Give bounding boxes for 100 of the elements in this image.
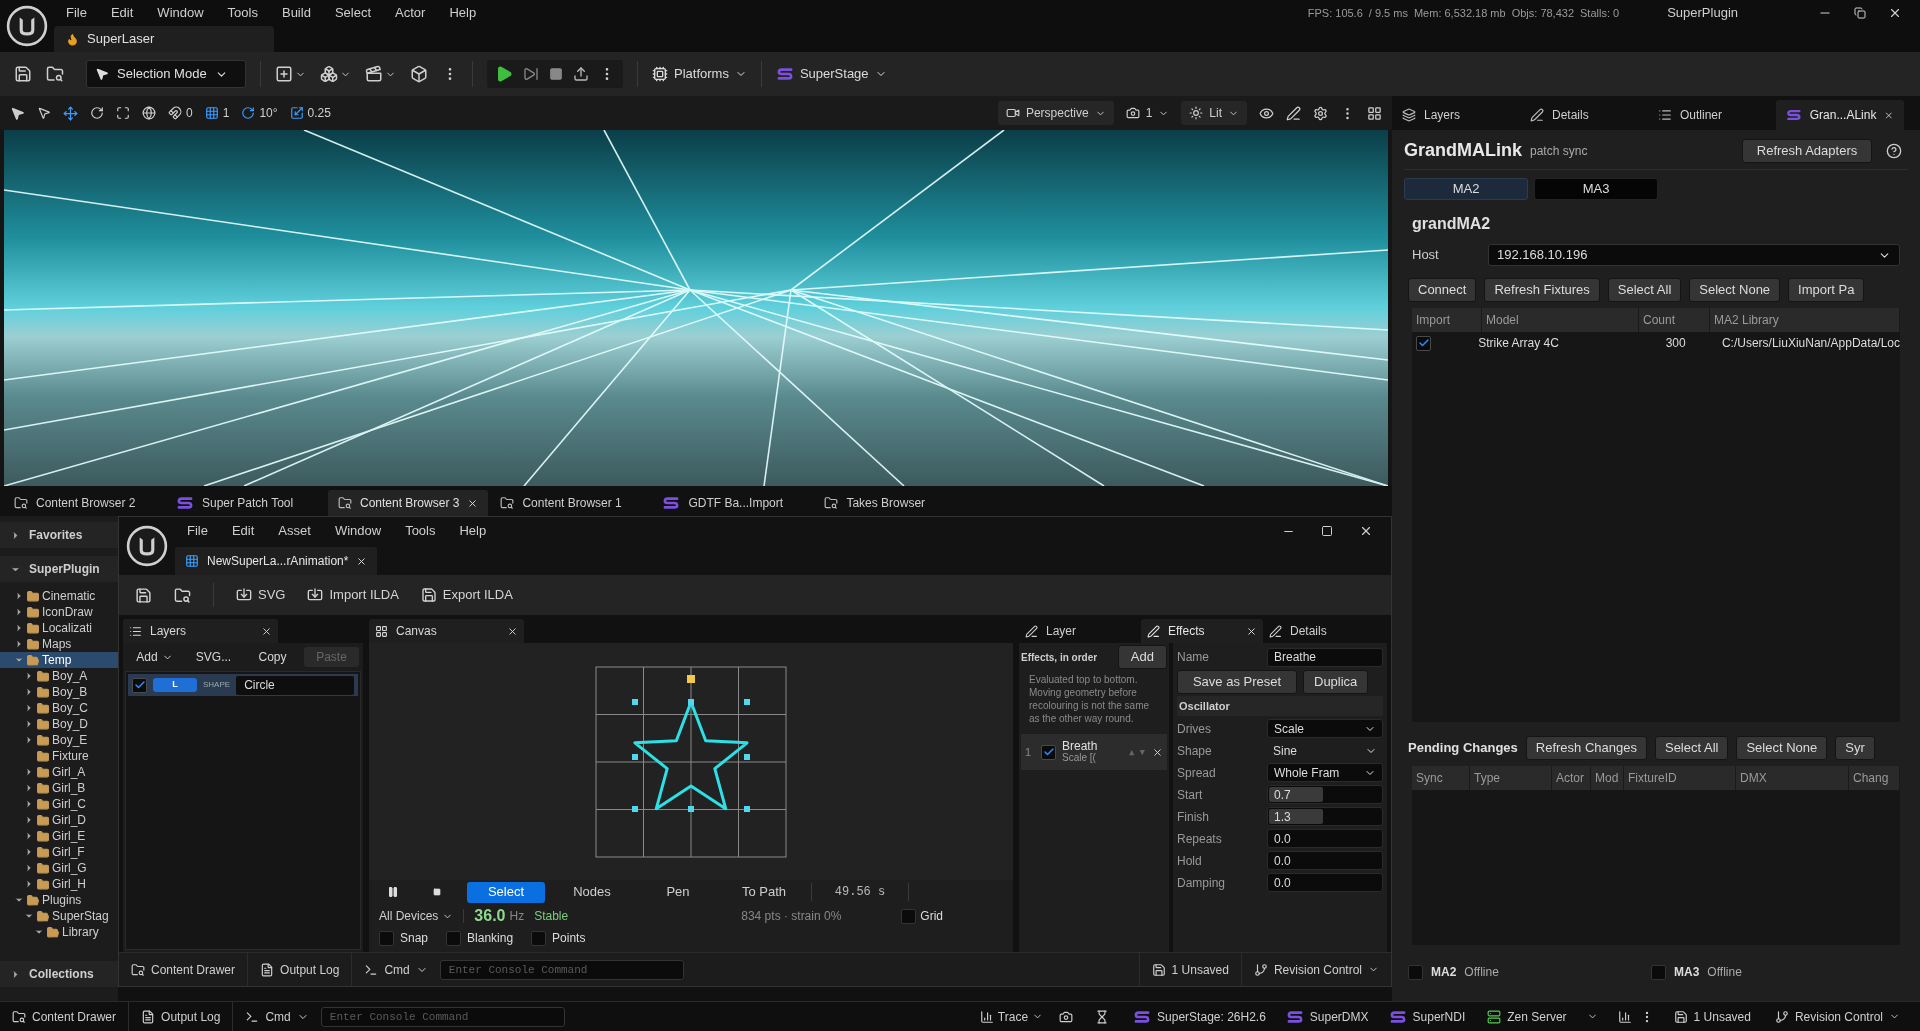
content-tab[interactable]: Content Browser 3	[328, 490, 489, 516]
property-dropdown[interactable]: Sine	[1267, 741, 1383, 760]
camera-speed-dropdown[interactable]: 1	[1125, 104, 1170, 122]
browse-icon[interactable]	[174, 586, 191, 604]
folder-item[interactable]: Girl_B	[0, 780, 118, 796]
collapse-arrow-icon[interactable]	[14, 655, 24, 665]
menu-item[interactable]: Window	[145, 3, 216, 23]
menu-item[interactable]: Actor	[383, 3, 438, 23]
plugin-status-button[interactable]: SuperStage: 26H2.6	[1123, 1007, 1276, 1026]
menu-item[interactable]: Help	[437, 3, 489, 23]
menu-item[interactable]: Window	[322, 521, 394, 541]
checkbox[interactable]	[1416, 335, 1431, 351]
panel-tab[interactable]: Canvas	[369, 619, 524, 643]
close-icon[interactable]	[467, 497, 479, 509]
folder-item[interactable]: Boy_E	[0, 732, 118, 748]
cinematics-button[interactable]	[365, 65, 396, 83]
layer-action-button[interactable]: Copy	[245, 647, 300, 667]
menu-item[interactable]: Tools	[393, 521, 448, 541]
folder-item[interactable]: Girl_E	[0, 828, 118, 844]
folder-item[interactable]: Boy_B	[0, 684, 118, 700]
folder-item[interactable]: IconDraw	[0, 604, 118, 620]
scale-snap-toggle[interactable]: 0.25	[289, 104, 331, 122]
folder-item[interactable]: Boy_D	[0, 716, 118, 732]
panel-tab[interactable]: Gran...ALink	[1776, 100, 1904, 130]
plugin-status-button[interactable]: SuperDMX	[1275, 1007, 1379, 1026]
console-toggle[interactable]: MA2	[1404, 178, 1528, 200]
grid-snap-toggle[interactable]: 1	[204, 104, 230, 122]
property-slider[interactable]: 1.3	[1267, 807, 1383, 826]
revision-control-button[interactable]: Revision Control	[1240, 953, 1391, 986]
cmd-dropdown[interactable]: Cmd	[233, 1002, 321, 1031]
action-button[interactable]: Refresh Changes	[1525, 736, 1647, 760]
details-button[interactable]: Duplica	[1303, 670, 1369, 694]
action-button[interactable]: Refresh Fixtures	[1484, 278, 1600, 302]
layer-name-field[interactable]: Circle	[236, 675, 354, 695]
settings-icon[interactable]	[1313, 105, 1328, 121]
name-field[interactable]: Breathe	[1267, 647, 1383, 667]
menu-item[interactable]: Edit	[98, 3, 146, 23]
close-icon[interactable]	[507, 625, 518, 637]
document-tab[interactable]: NewSuperLa...rAnimation*	[175, 547, 378, 575]
rotation-snap-toggle[interactable]: 0	[168, 104, 193, 122]
checkbox[interactable]	[132, 677, 147, 693]
save-icon[interactable]	[14, 65, 32, 83]
play-icon[interactable]	[495, 65, 513, 83]
tool-button[interactable]: Nodes	[553, 881, 631, 903]
output-log-button[interactable]: Output Log	[129, 1002, 234, 1031]
unsaved-button[interactable]: 1 Unsaved	[1661, 1007, 1763, 1026]
action-button[interactable]: Select None	[1736, 736, 1828, 760]
move-icon[interactable]	[63, 105, 78, 121]
action-button[interactable]: Connect	[1408, 278, 1477, 302]
pause-icon[interactable]	[387, 886, 399, 898]
folder-item[interactable]: Temp	[0, 652, 118, 668]
host-dropdown[interactable]: 192.168.10.196	[1488, 244, 1900, 266]
layer-action-button[interactable]: SVG...	[186, 647, 241, 667]
number-field[interactable]: 0.0	[1267, 851, 1383, 870]
angle-snap-toggle[interactable]: 10°	[241, 104, 278, 122]
panel-tab[interactable]: Layer	[1019, 619, 1141, 643]
globe-icon[interactable]	[142, 106, 156, 120]
close-icon[interactable]	[1888, 6, 1902, 20]
folder-item[interactable]: Plugins	[0, 892, 118, 908]
menu-item[interactable]: Asset	[266, 521, 323, 541]
action-button[interactable]: Syr	[1835, 736, 1875, 760]
checkbox[interactable]	[446, 930, 462, 946]
panel-tab[interactable]: Layers	[1392, 100, 1520, 130]
step-icon[interactable]	[523, 66, 539, 82]
unsaved-button[interactable]: 1 Unsaved	[1138, 953, 1241, 986]
camera-icon[interactable]	[1059, 1009, 1074, 1024]
content-tab[interactable]: Super Patch Tool	[166, 490, 326, 516]
level-tab[interactable]: SuperLaser	[54, 26, 274, 52]
folder-item[interactable]: Girl_G	[0, 860, 118, 876]
property-dropdown[interactable]: Scale	[1267, 719, 1383, 738]
select-icon[interactable]	[37, 106, 51, 120]
eject-icon[interactable]	[573, 66, 589, 82]
action-button[interactable]: Select All	[1607, 278, 1682, 302]
menu-item[interactable]: Help	[447, 521, 499, 541]
rotate-icon[interactable]	[90, 106, 104, 120]
folder-item[interactable]: Girl_A	[0, 764, 118, 780]
checkbox[interactable]	[531, 930, 547, 946]
console-input[interactable]: Enter Console Command	[320, 1006, 565, 1027]
add-effect-button[interactable]: Add	[1117, 645, 1167, 669]
folder-item[interactable]: Maps	[0, 636, 118, 652]
superstage-dropdown[interactable]: SuperStage	[775, 64, 887, 84]
revision-control-button[interactable]: Revision Control	[1762, 1007, 1912, 1026]
panel-tab[interactable]: Outliner	[1648, 100, 1776, 130]
devices-dropdown[interactable]: All Devices	[379, 907, 454, 925]
content-tab[interactable]: GDTF Ba...Import	[652, 490, 813, 516]
output-log-button[interactable]: Output Log	[248, 953, 353, 986]
content-tab[interactable]: Content Browser 2	[4, 490, 164, 516]
number-field[interactable]: 0.0	[1267, 829, 1383, 848]
checkbox[interactable]	[379, 930, 394, 946]
view-mode-dropdown[interactable]: Perspective	[997, 101, 1114, 125]
plugin-status-button[interactable]: SuperNDI	[1378, 1007, 1476, 1026]
zen-server-dropdown[interactable]: Zen Server	[1475, 1007, 1610, 1026]
lighting-dropdown[interactable]: Lit	[1181, 101, 1247, 125]
console-input[interactable]: Enter Console Command	[439, 959, 684, 980]
toolbar-button[interactable]: SVG	[236, 585, 286, 605]
stop-icon[interactable]	[549, 67, 563, 81]
folder-item[interactable]: SuperStag	[0, 908, 118, 924]
close-icon[interactable]	[1884, 109, 1894, 121]
close-icon[interactable]	[356, 555, 368, 567]
folder-item[interactable]: Girl_F	[0, 844, 118, 860]
